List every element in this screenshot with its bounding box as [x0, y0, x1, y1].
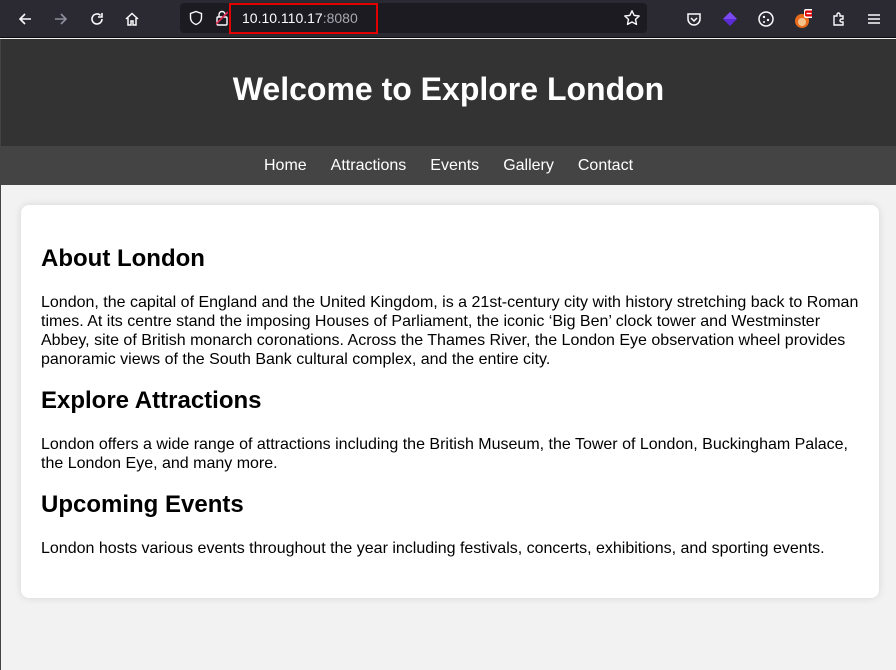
menu-button[interactable]	[861, 6, 887, 32]
pocket-icon	[687, 13, 701, 26]
bookmark-star-icon[interactable]	[623, 9, 641, 27]
fox-badge-icon	[795, 9, 812, 28]
nav-link-events[interactable]: Events	[418, 157, 491, 175]
reload-icon	[91, 13, 103, 25]
home-button[interactable]	[119, 6, 145, 32]
nav-link-attractions[interactable]: Attractions	[319, 157, 419, 175]
extensions-button[interactable]	[826, 6, 852, 32]
url-host: 10.10.110.17	[242, 10, 323, 26]
hamburger-menu-icon	[868, 14, 880, 24]
about-heading: About London	[41, 245, 205, 272]
url-text[interactable]: 10.10.110.17:8080	[242, 10, 358, 26]
about-text: London, the capital of England and the U…	[41, 294, 859, 368]
shield-icon[interactable]	[188, 10, 204, 26]
site-header: Welcome to Explore London	[1, 39, 896, 146]
arrow-right-icon	[55, 13, 68, 25]
nav-link-home[interactable]: Home	[252, 157, 319, 175]
cookie-extension-button[interactable]	[753, 6, 779, 32]
url-bar[interactable]: 10.10.110.17:8080	[180, 3, 647, 34]
forward-button[interactable]	[48, 6, 74, 32]
purple-gem-icon	[723, 12, 737, 26]
insecure-lock-icon[interactable]	[216, 10, 228, 26]
nav-link-gallery[interactable]: Gallery	[491, 157, 566, 175]
attractions-heading: Explore Attractions	[41, 387, 262, 414]
events-heading: Upcoming Events	[41, 491, 244, 518]
home-icon	[125, 12, 139, 26]
puzzle-icon	[833, 12, 844, 26]
foxy-extension-button[interactable]	[789, 6, 815, 32]
content-card: About London London, the capital of Engl…	[21, 205, 879, 598]
cookie-icon	[758, 11, 774, 27]
extension-purple-button[interactable]	[717, 6, 743, 32]
browser-toolbar: 10.10.110.17:8080	[0, 0, 896, 38]
attractions-text: London offers a wide range of attraction…	[41, 436, 848, 472]
url-port: :8080	[322, 10, 358, 26]
pocket-button[interactable]	[681, 6, 707, 32]
web-page: Welcome to Explore London Home Attractio…	[0, 39, 896, 670]
reload-button[interactable]	[84, 6, 110, 32]
back-button[interactable]	[12, 6, 38, 32]
arrow-left-icon	[18, 13, 31, 25]
events-text: London hosts various events throughout t…	[41, 540, 825, 557]
site-title: Welcome to Explore London	[232, 71, 665, 107]
site-nav: Home Attractions Events Gallery Contact	[1, 146, 896, 185]
nav-link-contact[interactable]: Contact	[566, 157, 645, 175]
